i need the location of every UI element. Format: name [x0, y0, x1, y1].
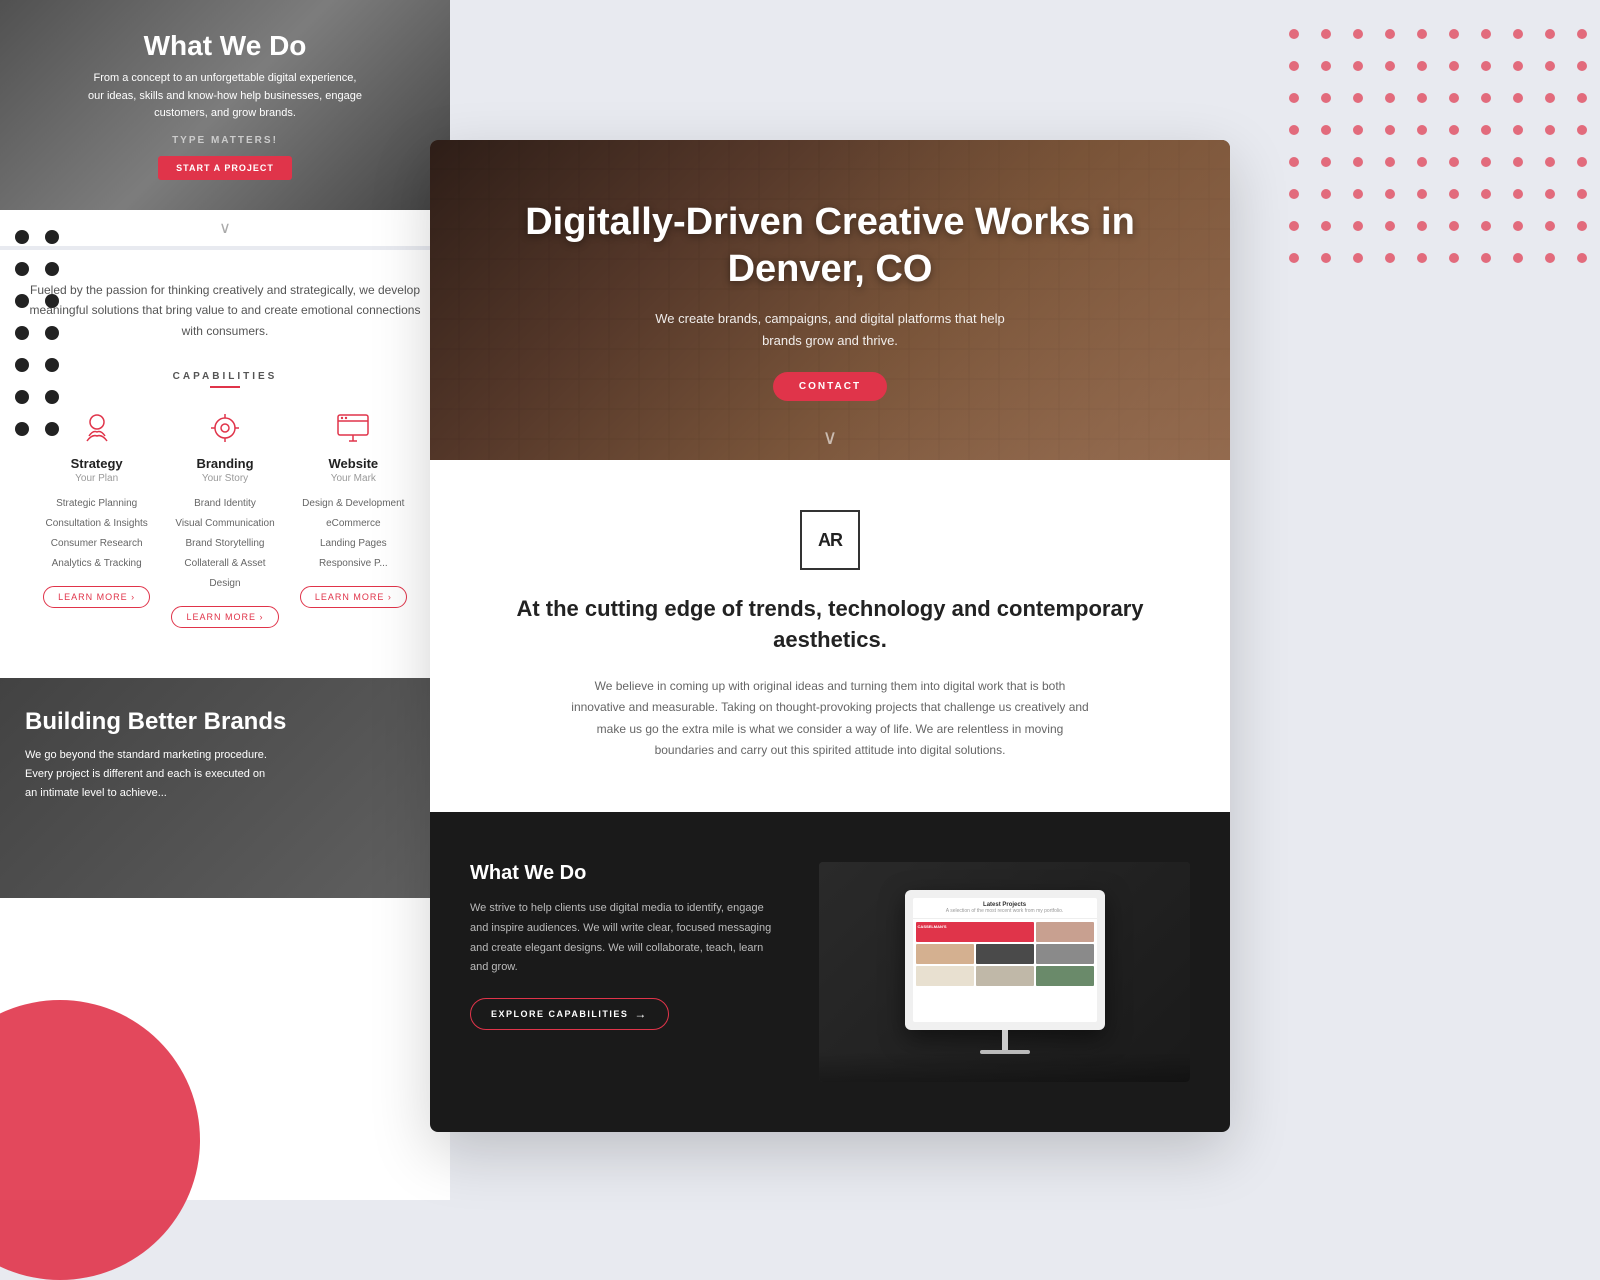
capability-website: Website Your Mark Design & Development e…: [297, 408, 410, 628]
portfolio-cell-casselmans: CASSELMAN'S: [916, 922, 1034, 942]
main-hero-section: Digitally-Driven Creative Works in Denve…: [430, 140, 1230, 460]
behind-bottom-title: Building Better Brands: [25, 708, 425, 736]
what-we-do-heading: What We Do: [470, 862, 779, 885]
capabilities-divider: [210, 386, 240, 388]
main-bottom-section: What We Do We strive to help clients use…: [430, 812, 1230, 1132]
portfolio-cell-7: [976, 966, 1034, 986]
main-middle-heading: At the cutting edge of trends, technolog…: [470, 594, 1190, 656]
portfolio-cell-4: [976, 944, 1034, 964]
background-page: What We Do From a concept to an unforget…: [0, 0, 450, 1200]
what-we-do-body: We strive to help clients use digital me…: [470, 899, 779, 978]
main-hero-title: Digitally-Driven Creative Works in Denve…: [470, 199, 1190, 294]
behind-hero-description: From a concept to an unforgettable digit…: [85, 70, 365, 123]
website-icon: [333, 408, 373, 448]
branding-title: Branding: [168, 456, 281, 471]
capability-strategy: Strategy Your Plan Strategic Planning Co…: [40, 408, 153, 628]
portfolio-subtitle: A selection of the most recent work from…: [917, 908, 1093, 914]
branding-list: Brand Identity Visual Communication Bran…: [168, 494, 281, 594]
branding-icon: [205, 408, 245, 448]
portfolio-cell-2: [1036, 922, 1094, 942]
red-arc-decoration: [0, 1000, 200, 1280]
ar-logo-text: AR: [818, 530, 842, 551]
behind-bottom-text: We go beyond the standard marketing proc…: [25, 746, 275, 802]
monitor-mockup: Latest Projects A selection of the most …: [819, 862, 1190, 1082]
strategy-icon: [77, 408, 117, 448]
type-matters-label: TYPE MATTERS!: [172, 135, 278, 146]
capabilities-grid: Strategy Your Plan Strategic Planning Co…: [40, 408, 410, 628]
cables-decoration: [819, 1052, 1190, 1082]
ar-logo: AR: [800, 510, 860, 570]
explore-capabilities-label: EXPLORE CAPABILITIES: [491, 1009, 628, 1019]
main-middle-section: AR At the cutting edge of trends, techno…: [430, 460, 1230, 812]
strategy-subtitle: Your Plan: [40, 473, 153, 484]
main-card: Digitally-Driven Creative Works in Denve…: [430, 140, 1230, 1132]
website-title: Website: [297, 456, 410, 471]
behind-middle-text: Fueled by the passion for thinking creat…: [20, 280, 430, 341]
portfolio-cell-8: [1036, 966, 1094, 986]
branding-subtitle: Your Story: [168, 473, 281, 484]
strategy-learn-more-button[interactable]: LEARN MORE ›: [43, 586, 150, 608]
strategy-list: Strategic Planning Consultation & Insigh…: [40, 494, 153, 574]
dot-sidebar-decoration: [15, 230, 59, 436]
branding-learn-more-button[interactable]: LEARN MORE ›: [171, 606, 278, 628]
start-project-button[interactable]: START A PROJECT: [158, 156, 292, 180]
behind-middle-section: Fueled by the passion for thinking creat…: [0, 246, 450, 678]
portfolio-cell-5: [1036, 944, 1094, 964]
portfolio-grid: CASSELMAN'S: [913, 919, 1097, 989]
portfolio-cell-6: [916, 966, 974, 986]
main-middle-body: We believe in coming up with original id…: [570, 676, 1090, 762]
scroll-down-indicator: ∨: [0, 210, 450, 246]
behind-bottom-section: Building Better Brands We go beyond the …: [0, 678, 450, 898]
what-we-do-content: What We Do We strive to help clients use…: [470, 862, 779, 1030]
capabilities-section: CAPABILITIES Strategy Your Plan: [20, 361, 430, 648]
behind-hero-title: What We Do: [144, 30, 307, 62]
portfolio-mockup-container: Latest Projects A selection of the most …: [819, 862, 1190, 1082]
website-list: Design & Development eCommerce Landing P…: [297, 494, 410, 574]
website-learn-more-button[interactable]: LEARN MORE ›: [300, 586, 407, 608]
portfolio-cell-3: [916, 944, 974, 964]
website-subtitle: Your Mark: [297, 473, 410, 484]
capability-branding: Branding Your Story Brand Identity Visua…: [168, 408, 281, 628]
scroll-indicator: ∨: [823, 425, 838, 450]
capabilities-label: CAPABILITIES: [40, 371, 410, 382]
behind-hero-section: What We Do From a concept to an unforget…: [0, 0, 450, 210]
dot-pattern-decoration: [1280, 20, 1600, 300]
contact-button[interactable]: CONTACT: [773, 372, 887, 401]
explore-capabilities-button[interactable]: EXPLORE CAPABILITIES: [470, 998, 669, 1030]
strategy-title: Strategy: [40, 456, 153, 471]
main-hero-description: We create brands, campaigns, and digital…: [640, 308, 1020, 352]
